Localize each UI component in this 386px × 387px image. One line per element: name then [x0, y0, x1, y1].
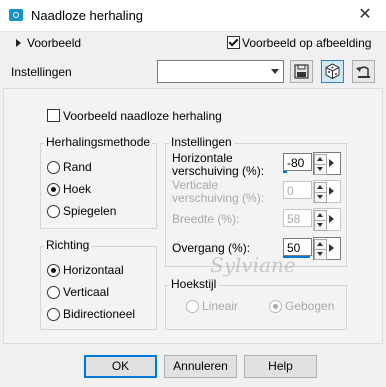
horizontal-offset-input[interactable]: -80 — [283, 153, 312, 171]
preview-on-image-checkbox[interactable] — [227, 36, 240, 49]
radio-bidirectioneel[interactable] — [47, 308, 60, 321]
radio-rand[interactable] — [47, 161, 60, 174]
radio-horizontaal-label[interactable]: Horizontaal — [63, 263, 124, 277]
watermark-text: Sylviane — [210, 253, 296, 277]
ok-button[interactable]: OK — [84, 355, 157, 378]
seamless-preview-label[interactable]: Voorbeeld naadloze herhaling — [63, 109, 222, 123]
slider-arrow-icon — [329, 215, 334, 223]
vertical-offset-input: 0 — [283, 181, 312, 199]
preset-dropdown[interactable] — [157, 60, 284, 83]
width-input: 58 — [283, 209, 312, 227]
radio-verticaal-label[interactable]: Verticaal — [63, 285, 109, 299]
dice-icon — [325, 63, 340, 80]
radio-gebogen — [269, 300, 282, 313]
preview-on-image-label[interactable]: Voorbeeld op afbeelding — [242, 36, 371, 50]
radio-hoek-label[interactable]: Hoek — [63, 182, 91, 196]
slider-arrow-icon — [329, 187, 334, 195]
radio-gebogen-label: Gebogen — [285, 299, 335, 313]
seamless-preview-checkbox[interactable] — [47, 109, 60, 122]
slider-arrow-icon[interactable] — [329, 159, 334, 167]
spin-down-icon[interactable] — [314, 164, 327, 175]
expand-triangle-icon[interactable] — [16, 39, 21, 47]
direction-group-title: Richting — [44, 238, 92, 252]
floppy-icon — [294, 64, 309, 79]
undo-button[interactable] — [352, 60, 375, 83]
radio-verticaal[interactable] — [47, 286, 60, 299]
vertical-offset-spinner — [313, 180, 341, 203]
undo-icon — [356, 66, 370, 78]
spin-down-icon — [314, 192, 327, 203]
spin-down-icon[interactable] — [314, 249, 327, 260]
spin-down-icon — [314, 220, 327, 231]
preview-label[interactable]: Voorbeeld — [27, 36, 81, 50]
method-group-title: Herhalingsmethode — [44, 135, 153, 149]
close-button[interactable]: ✕ — [352, 4, 378, 26]
cancel-button[interactable]: Annuleren — [164, 355, 237, 378]
reset-preset-button[interactable] — [321, 60, 344, 83]
radio-lineair — [186, 300, 199, 313]
settings-label: Instellingen — [11, 65, 72, 79]
slider-arrow-icon[interactable] — [329, 244, 334, 252]
vertical-offset-label: Verticale verschuiving (%): — [172, 178, 265, 205]
settings-group-title: Instellingen — [169, 135, 234, 149]
horizontal-offset-label: Horizontale verschuiving (%): — [172, 151, 265, 178]
help-button[interactable]: Help — [244, 355, 317, 378]
chevron-down-icon — [271, 69, 279, 74]
watermark: Sylviane — [150, 215, 296, 285]
radio-bidirectioneel-label[interactable]: Bidirectioneel — [63, 307, 135, 321]
app-icon — [9, 9, 23, 21]
radio-spiegelen[interactable] — [47, 205, 60, 218]
radio-horizontaal[interactable] — [47, 264, 60, 277]
radio-hoek[interactable] — [47, 183, 60, 196]
window-title: Naadloze herhaling — [31, 8, 144, 23]
horizontal-offset-slider[interactable] — [283, 171, 287, 173]
radio-rand-label[interactable]: Rand — [63, 160, 92, 174]
radio-lineair-label: Lineair — [202, 299, 239, 313]
radio-spiegelen-label[interactable]: Spiegelen — [63, 204, 116, 218]
horizontal-offset-spinner[interactable] — [313, 152, 341, 175]
save-preset-button[interactable] — [290, 60, 313, 83]
width-spinner — [313, 208, 341, 231]
transition-spinner[interactable] — [313, 237, 341, 260]
